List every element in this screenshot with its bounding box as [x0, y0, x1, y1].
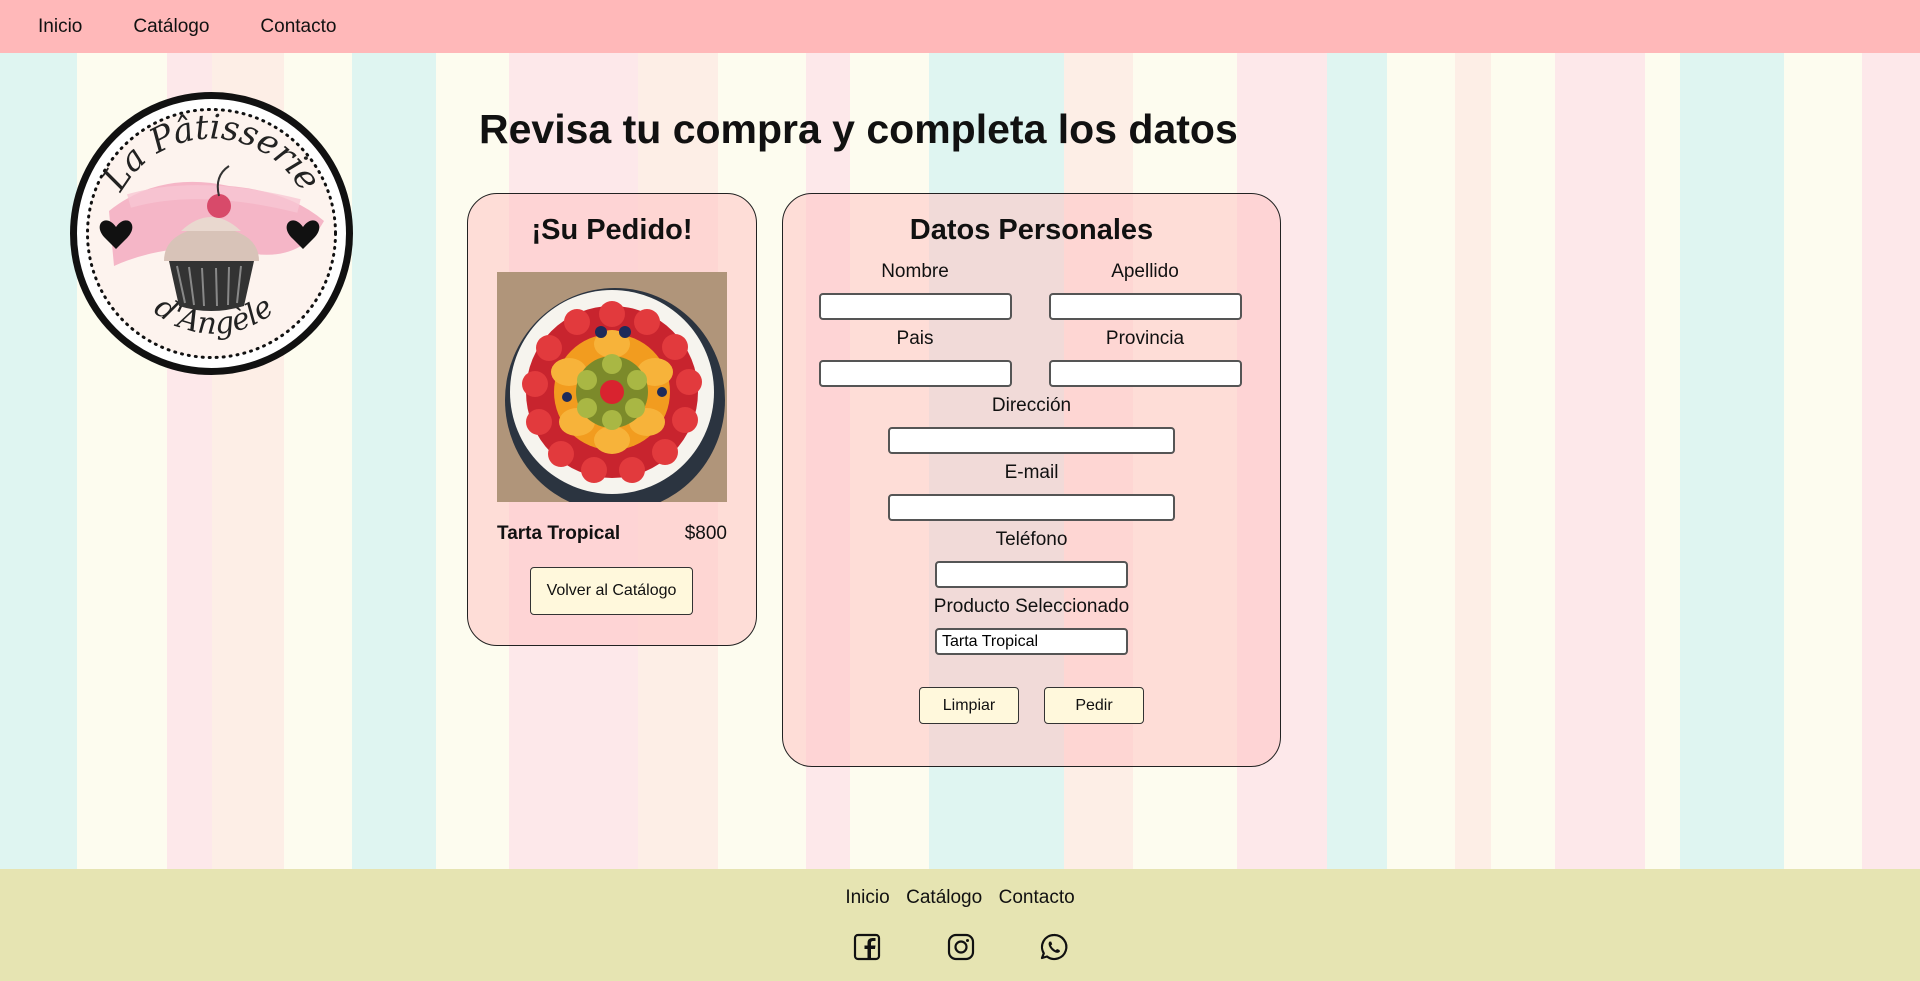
nav-link-catalogo[interactable]: Catálogo [133, 16, 209, 38]
order-panel: ¡Su Pedido! Tarta Tropical $800 Volver a… [467, 193, 757, 646]
pais-field[interactable] [819, 360, 1012, 387]
back-to-catalog-button[interactable]: Volver al Catálogo [530, 567, 693, 615]
instagram-icon[interactable] [946, 932, 976, 962]
product-image [497, 272, 727, 502]
footer-link-catalogo[interactable]: Catálogo [906, 887, 982, 908]
footer-link-contacto[interactable]: Contacto [999, 887, 1075, 908]
nav-link-contacto[interactable]: Contacto [260, 16, 336, 38]
footer-nav: Inicio Catálogo Contacto [0, 887, 1920, 909]
product-name: Tarta Tropical [497, 523, 621, 544]
footer-link-inicio[interactable]: Inicio [845, 887, 889, 908]
producto-label: Producto Seleccionado [933, 596, 1130, 617]
provincia-field[interactable] [1049, 360, 1242, 387]
telefono-label: Teléfono [995, 529, 1068, 550]
brand-logo[interactable]: La Pâtisserie d'Angèle [69, 91, 354, 376]
page-title: Revisa tu compra y completa los datos [479, 106, 1238, 152]
provincia-label: Provincia [1105, 328, 1185, 349]
nombre-label: Nombre [881, 261, 949, 282]
product-price: $800 [684, 523, 727, 544]
apellido-label: Apellido [1111, 261, 1179, 282]
direccion-label: Dirección [991, 395, 1072, 416]
telefono-field[interactable] [935, 561, 1128, 588]
email-label: E-mail [1004, 462, 1059, 483]
nav-link-inicio[interactable]: Inicio [38, 16, 82, 38]
order-title: ¡Su Pedido! [531, 214, 693, 246]
email-field[interactable] [888, 494, 1175, 521]
apellido-field[interactable] [1049, 293, 1242, 320]
nombre-field[interactable] [819, 293, 1012, 320]
producto-field[interactable] [935, 628, 1128, 655]
footer: Inicio Catálogo Contacto [0, 869, 1920, 981]
top-navbar: Inicio Catálogo Contacto [0, 0, 1920, 53]
product-row: Tarta Tropical $800 [497, 523, 727, 545]
whatsapp-icon[interactable] [1039, 932, 1069, 962]
form-title: Datos Personales [909, 214, 1154, 246]
personal-data-panel: Datos Personales Nombre Apellido Pais Pr… [782, 193, 1281, 767]
clear-button[interactable]: Limpiar [919, 687, 1019, 724]
direccion-field[interactable] [888, 427, 1175, 454]
facebook-icon[interactable] [852, 932, 882, 962]
pais-label: Pais [896, 328, 934, 349]
submit-order-button[interactable]: Pedir [1044, 687, 1144, 724]
